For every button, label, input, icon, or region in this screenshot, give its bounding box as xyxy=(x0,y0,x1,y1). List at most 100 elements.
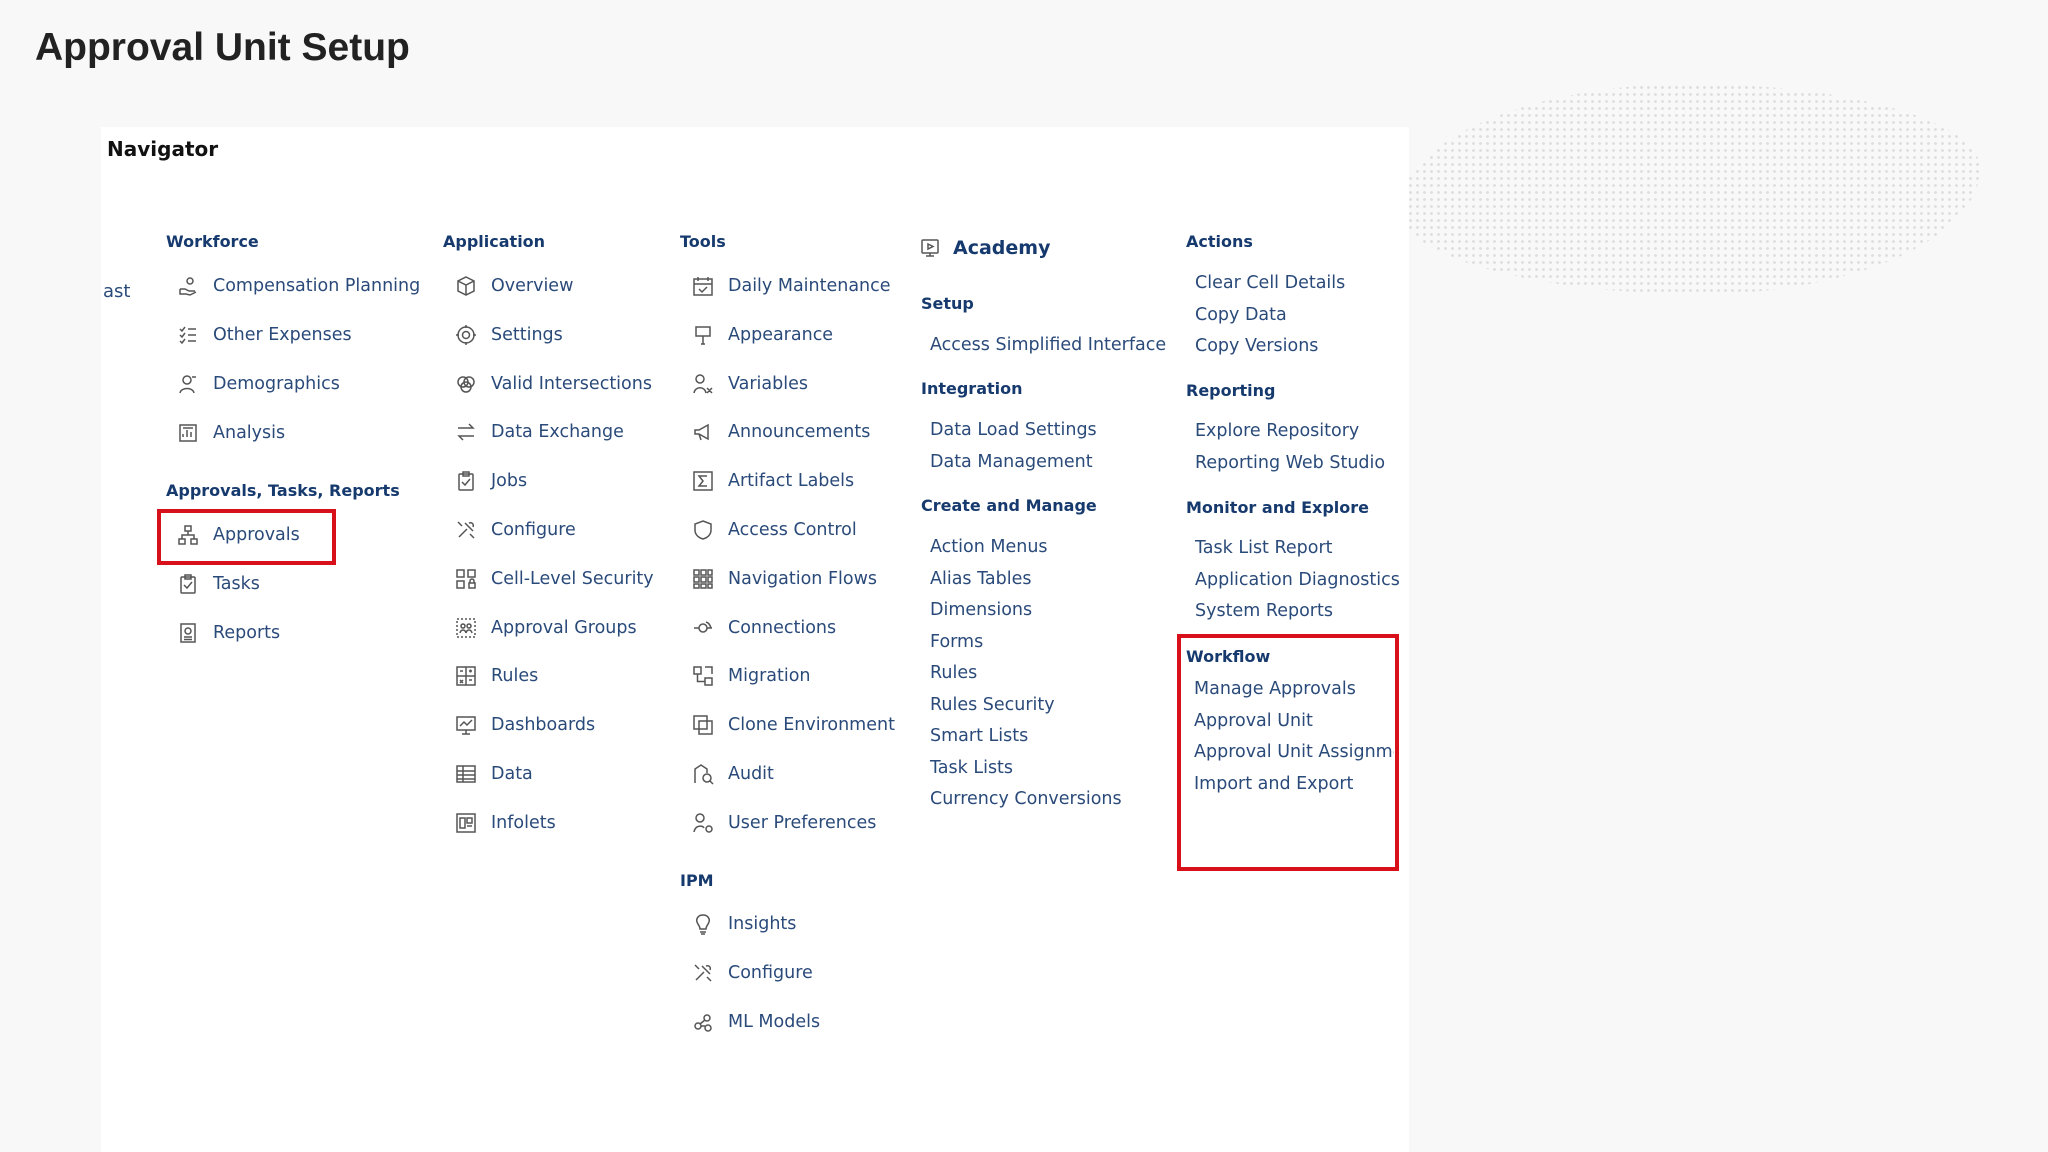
calendar-icon xyxy=(692,275,714,297)
nav-item-label: Configure xyxy=(491,520,576,540)
variables-icon xyxy=(692,373,714,395)
analysis-icon xyxy=(177,422,199,444)
nav-item-configure[interactable]: Configure xyxy=(455,519,576,541)
nav-link-forms[interactable]: Forms xyxy=(930,632,983,652)
nav-link-application-diagnostics[interactable]: Application Diagnostics xyxy=(1195,570,1400,590)
nav-link-smart-lists[interactable]: Smart Lists xyxy=(930,726,1028,746)
nav-item-audit[interactable]: Audit xyxy=(692,763,774,785)
nav-link-approval-unit-assignment[interactable]: Approval Unit Assignment xyxy=(1194,742,1394,762)
nav-item-overview[interactable]: Overview xyxy=(455,275,573,297)
nav-item-label: Data Exchange xyxy=(491,422,624,443)
nav-item-infolets[interactable]: Infolets xyxy=(455,812,556,834)
nav-item-navigation-flows[interactable]: Navigation Flows xyxy=(692,568,877,590)
nav-link-data-load-settings[interactable]: Data Load Settings xyxy=(930,420,1097,440)
nav-item-compensation-planning[interactable]: Compensation Planning xyxy=(177,275,420,297)
nav-item-label: Audit xyxy=(728,764,774,784)
nav-item-cell-level-security[interactable]: Cell-Level Security xyxy=(455,568,654,590)
nav-item-label: Overview xyxy=(491,276,574,296)
heading-application: Application xyxy=(443,232,546,251)
nav-item-insights[interactable]: Insights xyxy=(692,913,796,935)
nav-link-alias-tables[interactable]: Alias Tables xyxy=(930,569,1031,589)
nav-item-connections[interactable]: Connections xyxy=(692,617,836,639)
nav-link-manage-approvals[interactable]: Manage Approvals xyxy=(1194,679,1356,699)
nav-item-label: Data xyxy=(491,764,533,784)
nav-item-label: Announcements xyxy=(728,422,871,443)
nav-item-clone-environment[interactable]: Clone Environment xyxy=(692,714,895,736)
nav-item-migration[interactable]: Migration xyxy=(692,665,811,687)
nav-link-action-menus[interactable]: Action Menus xyxy=(930,537,1048,557)
academy-link[interactable]: Academy xyxy=(919,237,1050,259)
nav-link-task-list-report[interactable]: Task List Report xyxy=(1195,538,1333,558)
nav-item-announcements[interactable]: Announcements xyxy=(692,421,870,443)
nav-item-label: Valid Intersections xyxy=(491,373,652,394)
slide-title: Approval Unit Setup xyxy=(35,26,410,69)
nav-item-label: Insights xyxy=(728,914,797,934)
nav-link-dimensions[interactable]: Dimensions xyxy=(930,600,1032,620)
nav-item-approvals[interactable]: Approvals xyxy=(177,524,300,546)
nav-item-valid-intersections[interactable]: Valid Intersections xyxy=(455,373,652,395)
nav-item-analysis[interactable]: Analysis xyxy=(177,422,285,444)
heading-ipm: IPM xyxy=(680,871,714,890)
nav-link-currency-conversions[interactable]: Currency Conversions xyxy=(930,789,1122,809)
nav-item-demographics[interactable]: Demographics xyxy=(177,373,340,395)
nav-item-label: Navigation Flows xyxy=(728,568,878,589)
nav-item-rules[interactable]: Rules xyxy=(455,665,538,687)
flow-grid-icon xyxy=(692,568,714,590)
nav-item-tasks[interactable]: Tasks xyxy=(177,573,260,595)
decorative-pattern xyxy=(1400,84,1980,294)
nav-link-system-reports[interactable]: System Reports xyxy=(1195,601,1333,621)
person-icon xyxy=(177,373,199,395)
heading-tools: Tools xyxy=(680,232,726,251)
cube-icon xyxy=(455,275,477,297)
navigator-title: Navigator xyxy=(107,137,219,161)
nav-item-approval-groups[interactable]: Approval Groups xyxy=(455,617,637,639)
nav-item-data-exchange[interactable]: Data Exchange xyxy=(455,421,624,443)
nav-link-rules-security[interactable]: Rules Security xyxy=(930,695,1055,715)
nav-link-task-lists[interactable]: Task Lists xyxy=(930,758,1013,778)
nav-item-label: ML Models xyxy=(728,1012,821,1032)
nav-link-explore-repository[interactable]: Explore Repository xyxy=(1195,421,1359,441)
group-icon xyxy=(455,617,477,639)
nav-item-user-preferences[interactable]: User Preferences xyxy=(692,812,876,834)
nav-item-label: Rules xyxy=(491,666,539,687)
nav-item-label: Tasks xyxy=(213,574,260,594)
clone-icon xyxy=(692,714,714,736)
nav-link-clear-cell-details[interactable]: Clear Cell Details xyxy=(1195,273,1345,293)
nav-item-label: Connections xyxy=(728,617,837,638)
heading-workforce: Workforce xyxy=(166,232,259,251)
nav-item-label: Approvals xyxy=(213,525,300,545)
nav-item-jobs[interactable]: Jobs xyxy=(455,470,527,492)
migration-icon xyxy=(692,665,714,687)
nav-item-daily-maintenance[interactable]: Daily Maintenance xyxy=(692,275,891,297)
checklist-icon xyxy=(177,324,199,346)
nav-item-label: Dashboards xyxy=(491,715,596,736)
nav-item-variables[interactable]: Variables xyxy=(692,373,808,395)
nav-item-reports[interactable]: Reports xyxy=(177,622,280,644)
nav-item-data[interactable]: Data xyxy=(455,763,533,785)
nav-link-copy-data[interactable]: Copy Data xyxy=(1195,305,1287,325)
nav-item-label: Configure xyxy=(728,963,813,983)
infolet-icon xyxy=(455,812,477,834)
heading-create-and-manage: Create and Manage xyxy=(921,496,1097,515)
user-gear-icon xyxy=(692,812,714,834)
nav-link-access-simplified-interface[interactable]: Access Simplified Interface xyxy=(930,335,1166,355)
connection-icon xyxy=(692,617,714,639)
nav-link-copy-versions[interactable]: Copy Versions xyxy=(1195,336,1318,356)
nav-item-label: Compensation Planning xyxy=(213,276,421,296)
nav-item-appearance[interactable]: Appearance xyxy=(692,324,833,346)
nav-item-artifact-labels[interactable]: Artifact Labels xyxy=(692,470,854,492)
nav-item-access-control[interactable]: Access Control xyxy=(692,519,857,541)
nav-link-approval-unit[interactable]: Approval Unit xyxy=(1194,711,1313,731)
clipboard-icon xyxy=(455,470,477,492)
nav-item-dashboards[interactable]: Dashboards xyxy=(455,714,595,736)
nav-item-settings[interactable]: Settings xyxy=(455,324,563,346)
clipped-text: ast xyxy=(103,281,131,302)
heading-actions: Actions xyxy=(1186,232,1253,251)
nav-link-data-management[interactable]: Data Management xyxy=(930,452,1093,472)
nav-link-reporting-web-studio[interactable]: Reporting Web Studio xyxy=(1195,453,1385,473)
nav-item-other-expenses[interactable]: Other Expenses xyxy=(177,324,352,346)
nav-link-rules[interactable]: Rules xyxy=(930,663,977,683)
nav-link-import-and-export[interactable]: Import and Export xyxy=(1194,774,1353,794)
nav-item-configure[interactable]: Configure xyxy=(692,962,813,984)
nav-item-ml-models[interactable]: ML Models xyxy=(692,1011,820,1033)
